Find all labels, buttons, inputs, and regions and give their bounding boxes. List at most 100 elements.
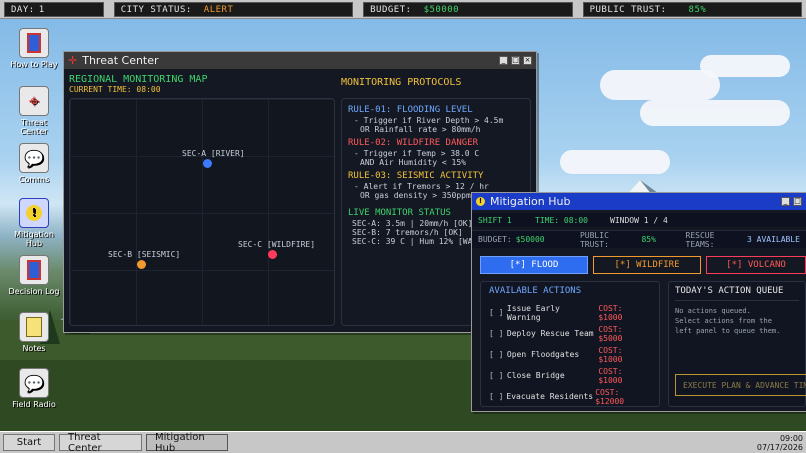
hub-teams-label: RESCUE TEAMS: [685, 230, 715, 249]
rule-01-line: - Trigger if River Depth > 4.5m [354, 116, 504, 125]
action-row[interactable]: [ ] Issue Early Warning COST: $1000 [489, 302, 651, 323]
chat-icon: 💬 [19, 143, 49, 173]
rule-03-line: - Alert if Tremors > 12 / hr [354, 182, 489, 191]
protocols-title: MONITORING PROTOCOLS [341, 77, 462, 88]
desktop-icon-how-to-play[interactable]: How to Play [8, 28, 60, 69]
taskbar-item-label: Threat Center [68, 431, 102, 453]
hub-teams-value: 3 AVAILABLE [747, 235, 800, 244]
crosshair-icon: ⌖ [19, 86, 49, 116]
desktop-icon-label: Comms [18, 175, 50, 184]
day-label: DAY: [11, 4, 35, 15]
action-name: Issue Early Warning [506, 303, 560, 322]
maximize-button[interactable]: □ [511, 56, 520, 65]
city-status-stat: CITY STATUS: ALERT [113, 2, 354, 17]
queue-empty-line: left panel to queue them. [675, 327, 781, 335]
queue-empty-line: No actions queued. [675, 307, 751, 315]
action-name: Deploy Rescue Team [506, 329, 594, 338]
desktop-icon-label: Notes [22, 344, 46, 353]
crosshair-icon: ✛ [68, 54, 78, 67]
action-checkbox[interactable]: [ ] [489, 308, 507, 317]
action-row[interactable]: [ ] Open Floodgates COST: $1000 [489, 344, 651, 365]
public-trust-stat: PUBLIC TRUST: 85% [582, 2, 802, 17]
time-label: TIME: 08:00 [535, 215, 588, 225]
action-cost: COST: $12000 [595, 387, 625, 406]
desktop-icon-decision-log[interactable]: Decision Log [8, 255, 60, 296]
tab-flood[interactable]: [*] FLOOD [480, 256, 588, 274]
sector-marker-a[interactable] [203, 159, 212, 168]
sector-marker-c[interactable] [268, 250, 277, 259]
desktop-icon-notes[interactable]: Notes [8, 312, 60, 353]
public-trust-value: 85% [688, 4, 707, 15]
available-actions-panel: AVAILABLE ACTIONS [ ] Issue Early Warnin… [480, 281, 660, 407]
queue-title: TODAY'S ACTION QUEUE [675, 286, 784, 296]
hub-resources-row: BUDGET: $50000 PUBLIC TRUST: 85% RESCUE … [472, 230, 806, 249]
sector-label-a: SEC-A [RIVER] [182, 149, 245, 158]
tab-wildfire-label: [*] WILDFIRE [614, 260, 680, 270]
desktop-icon-label: How to Play [10, 60, 58, 69]
action-queue-panel: TODAY'S ACTION QUEUE No actions queued. … [668, 281, 806, 407]
minimize-button[interactable]: _ [499, 56, 508, 65]
desktop-icon-threat-center[interactable]: ⌖ Threat Center [8, 86, 60, 136]
mitigation-hub-titlebar[interactable]: ! Mitigation Hub _ □ [472, 193, 806, 210]
system-clock: 09:00 07/17/2026 [757, 434, 803, 452]
execute-plan-label: EXECUTE PLAN & ADVANCE TIME [683, 380, 806, 390]
threat-center-titlebar[interactable]: ✛ Threat Center _ □ × [64, 52, 536, 69]
action-checkbox[interactable]: [ ] [489, 371, 507, 380]
action-name: Open Floodgates [506, 350, 580, 359]
desktop-icon-comms[interactable]: 💬 Comms [8, 143, 60, 184]
hub-shift-row: SHIFT 1 TIME: 08:00 WINDOW 1 / 4 [472, 213, 806, 227]
map-section: REGIONAL MONITORING MAP CURRENT TIME: 08… [69, 74, 335, 328]
mitigation-hub-window: ! Mitigation Hub _ □ SHIFT 1 TIME: 08:00… [471, 192, 806, 412]
taskbar: Start Threat Center Mitigation Hub 09:00… [0, 431, 806, 453]
notes-icon [19, 312, 49, 342]
city-status-label: CITY STATUS: [120, 4, 192, 15]
shield-alert-icon: ! [476, 197, 485, 206]
day-value: 1 [38, 4, 45, 15]
execute-plan-button[interactable]: EXECUTE PLAN & ADVANCE TIME [675, 374, 806, 396]
minimize-button[interactable]: _ [781, 197, 790, 206]
taskbar-item-threat-center[interactable]: Threat Center [59, 431, 142, 453]
public-trust-label: PUBLIC TRUST: [589, 4, 667, 15]
desktop-icon-label: Field Radio [12, 400, 56, 409]
action-cost: COST: $1000 [598, 345, 623, 364]
maximize-button[interactable]: □ [793, 197, 802, 206]
action-checkbox[interactable]: [ ] [489, 392, 506, 401]
threat-center-window: ✛ Threat Center _ □ × REGIONAL MONITORIN… [63, 51, 537, 333]
rule-01-line: OR Rainfall rate > 80mm/h [360, 125, 481, 134]
tab-flood-label: [*] FLOOD [509, 260, 559, 270]
tab-volcano-label: [*] VOLCANO [726, 260, 786, 270]
tab-volcano[interactable]: [*] VOLCANO [706, 256, 806, 274]
close-button[interactable]: × [523, 56, 532, 65]
action-checkbox[interactable]: [ ] [489, 350, 507, 359]
log-book-icon [19, 255, 49, 285]
start-button[interactable]: Start [3, 434, 55, 451]
action-row[interactable]: [ ] Deploy Rescue Team COST: $5000 [489, 323, 651, 344]
actions-title: AVAILABLE ACTIONS [489, 286, 582, 296]
rule-01-title: RULE-01: FLOODING LEVEL [348, 105, 473, 115]
taskbar-item-mitigation-hub[interactable]: Mitigation Hub [146, 431, 228, 453]
day-stat: DAY: 1 [4, 2, 104, 17]
desktop-icon-field-radio[interactable]: 💬 Field Radio [8, 368, 60, 409]
action-row[interactable]: [ ] Evacuate Residents COST: $12000 [489, 386, 651, 407]
hub-budget-label: BUDGET: [478, 235, 512, 244]
rule-02-title: RULE-02: WILDFIRE DANGER [348, 138, 479, 148]
hub-trust-label: PUBLIC TRUST: [579, 230, 609, 249]
desktop-icon-label: Decision Log [8, 287, 60, 296]
desktop-icon-label: Threat Center [20, 118, 48, 136]
rule-02-line: - Trigger if Temp > 38.0 C [354, 149, 480, 158]
action-cost: COST: $1000 [598, 366, 623, 385]
tab-wildfire[interactable]: [*] WILDFIRE [593, 256, 701, 274]
action-checkbox[interactable]: [ ] [489, 329, 507, 338]
window-title: Mitigation Hub [490, 195, 571, 208]
rule-02-line: AND Air Humidity < 15% [360, 158, 466, 167]
action-name: Evacuate Residents [506, 392, 594, 401]
desktop-icon-mitigation-hub[interactable]: ! Mitigation Hub [8, 198, 60, 248]
queue-empty-line: Select actions from the [675, 317, 772, 325]
hub-trust-value: 85% [641, 235, 656, 244]
radio-icon: 💬 [19, 368, 49, 398]
start-label: Start [16, 437, 42, 448]
hub-budget-value: $50000 [515, 235, 545, 244]
sector-marker-b[interactable] [137, 260, 146, 269]
taskbar-item-label: Mitigation Hub [155, 431, 205, 453]
action-row[interactable]: [ ] Close Bridge COST: $1000 [489, 365, 651, 386]
